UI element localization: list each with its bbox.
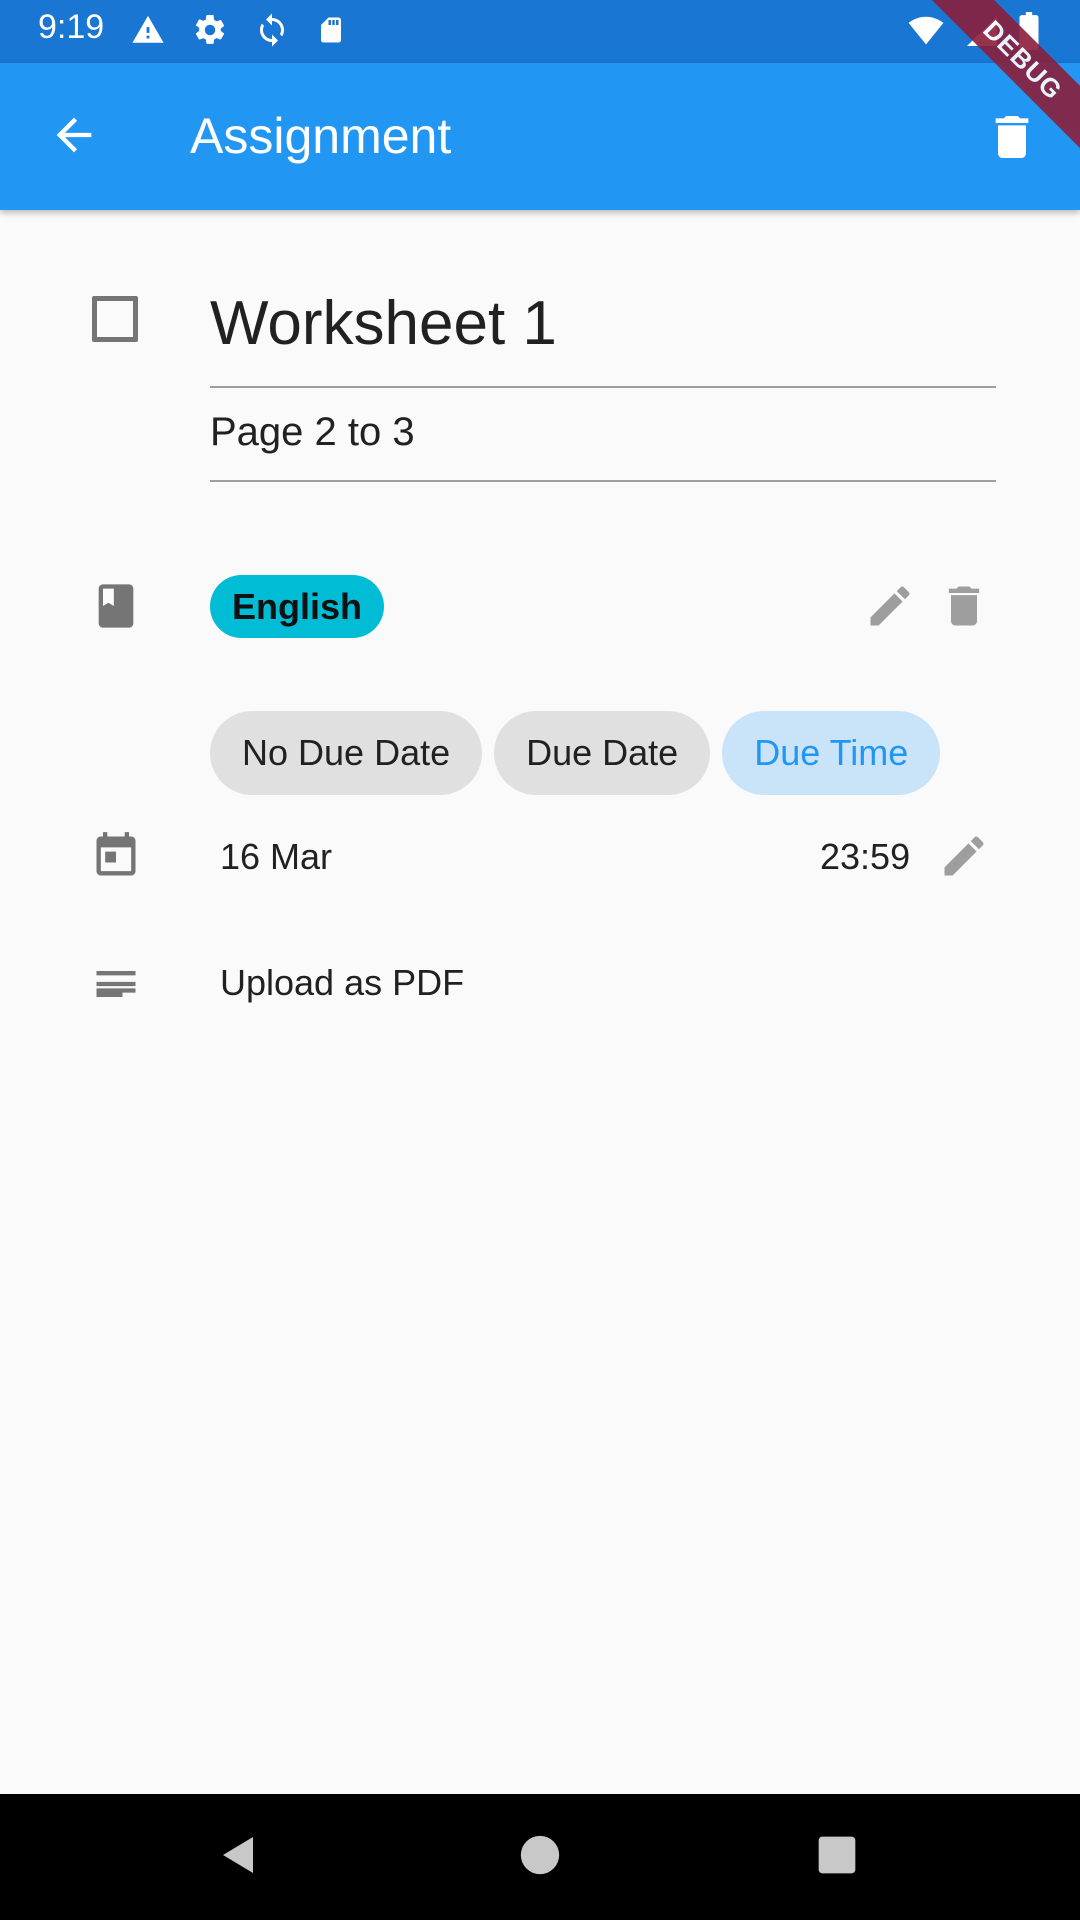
settings-icon (192, 12, 228, 48)
pencil-icon (938, 830, 990, 887)
chip-label: Due Date (526, 732, 679, 773)
due-time-chip[interactable]: Due Time (722, 711, 941, 795)
subject-label: English (232, 585, 363, 627)
app-bar: Assignment (0, 63, 1080, 210)
due-date-value[interactable]: 16 Mar (220, 836, 332, 878)
chip-label: Due Time (754, 732, 909, 773)
book-icon (90, 580, 142, 632)
status-bar: 9:19 (0, 0, 1080, 63)
completed-checkbox[interactable] (92, 296, 138, 342)
description-field[interactable]: Page 2 to 3 (210, 400, 996, 482)
due-options: No Due Date Due Date Due Time (210, 711, 941, 795)
wifi-icon (906, 13, 946, 54)
description-input-value: Page 2 to 3 (210, 410, 415, 454)
due-date-chip[interactable]: Due Date (494, 711, 711, 795)
delete-assignment-button[interactable] (974, 101, 1050, 177)
status-icons-left (130, 12, 346, 48)
title-input-value: Worksheet 1 (210, 289, 557, 358)
sync-icon (254, 12, 290, 48)
chip-label: No Due Date (242, 732, 451, 773)
subject-chip[interactable]: English (210, 575, 385, 638)
no-due-date-chip[interactable]: No Due Date (210, 711, 483, 795)
status-time: 9:19 (38, 8, 105, 46)
system-nav-bar (0, 1794, 1080, 1920)
warning-icon (130, 13, 166, 47)
calendar-icon (90, 830, 142, 882)
page-title: Assignment (190, 108, 452, 164)
arrow-back-icon (48, 109, 100, 166)
nav-recents-button[interactable] (804, 1824, 870, 1890)
back-button[interactable] (40, 103, 108, 171)
notes-text[interactable]: Upload as PDF (220, 962, 464, 1004)
due-time-value[interactable]: 23:59 (820, 836, 910, 878)
triangle-back-icon (215, 1831, 263, 1884)
delete-icon (984, 109, 1040, 170)
delete-subject-button[interactable] (936, 580, 992, 636)
square-recents-icon (815, 1833, 859, 1882)
circle-home-icon (517, 1832, 563, 1883)
delete-icon (938, 580, 990, 637)
notes-icon (90, 958, 142, 1010)
nav-back-button[interactable] (206, 1824, 272, 1890)
edit-subject-button[interactable] (862, 580, 918, 636)
nav-home-button[interactable] (507, 1824, 573, 1890)
title-field[interactable]: Worksheet 1 (210, 278, 996, 388)
pencil-icon (864, 580, 916, 637)
edit-due-button[interactable] (936, 830, 992, 886)
sd-card-icon (316, 13, 346, 47)
